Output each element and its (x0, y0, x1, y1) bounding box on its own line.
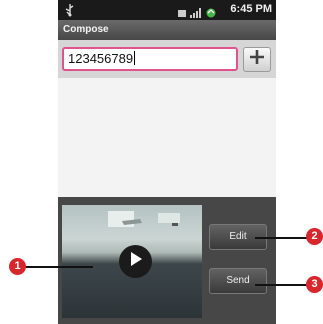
text-cursor (134, 51, 136, 65)
callout-marker-3: 3 (306, 276, 323, 293)
callout-marker-2: 2 (306, 228, 323, 245)
page-title: Compose (58, 20, 276, 40)
video-thumbnail[interactable] (62, 205, 202, 318)
recipient-input[interactable]: 123456789 (62, 47, 238, 71)
callout-line-1 (25, 266, 93, 268)
phone-screen: 6:45 PM Compose 123456789 Edit Send (58, 0, 276, 324)
recipient-row: 123456789 (58, 40, 276, 78)
attachment-panel: Edit Send (58, 197, 276, 324)
plus-icon (248, 48, 266, 71)
send-button[interactable]: Send (209, 268, 267, 294)
status-bar: 6:45 PM (58, 0, 276, 20)
play-button[interactable] (119, 245, 152, 278)
callout-marker-1: 1 (9, 258, 26, 275)
add-recipient-button[interactable] (243, 47, 271, 72)
clock: 6:45 PM (230, 3, 272, 15)
callout-line-2 (255, 237, 311, 239)
recipient-value: 123456789 (68, 51, 134, 66)
play-icon (129, 251, 143, 272)
callout-line-3 (255, 284, 311, 286)
message-body[interactable] (58, 78, 276, 197)
